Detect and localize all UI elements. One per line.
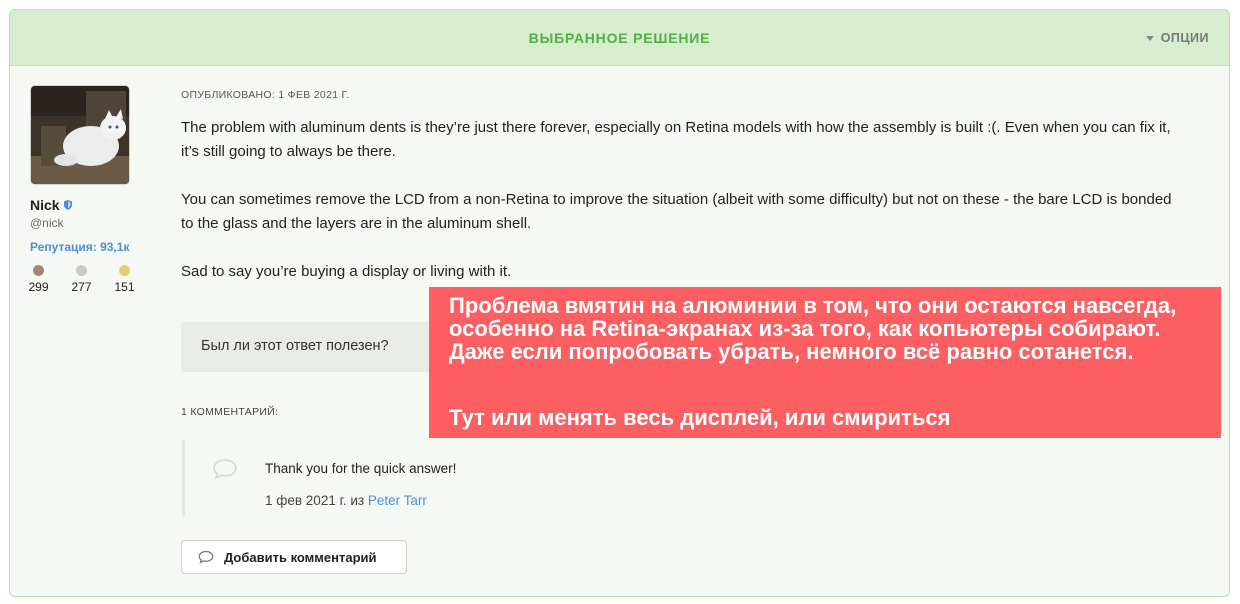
caret-down-icon	[1145, 35, 1154, 41]
bronze-badge-icon	[33, 265, 44, 276]
translation-overlay: Проблема вмятин на алюминии в том, что о…	[429, 287, 1221, 438]
options-menu-button[interactable]: ОПЦИИ	[1145, 31, 1209, 45]
overlay-translation-text: Проблема вмятин на алюминии в том, что о…	[449, 293, 1177, 364]
add-comment-button[interactable]: Добавить комментарий	[181, 540, 407, 574]
author-reputation: Репутация: 93,1к	[30, 240, 130, 254]
author-avatar[interactable]	[30, 85, 130, 185]
badge-counts: 299 277 151	[26, 265, 137, 294]
overlay-summary-text: Тут или менять весь дисплей, или смирить…	[449, 405, 951, 430]
author-name-row[interactable]: Nick	[30, 197, 72, 213]
badge-count: 151	[114, 280, 135, 294]
options-label: ОПЦИИ	[1160, 31, 1209, 45]
add-comment-label: Добавить комментарий	[224, 549, 377, 565]
comment-author-link[interactable]: Peter Tarr	[368, 493, 427, 508]
author-handle: @nick	[30, 216, 64, 230]
card-header: ВЫБРАННОЕ РЕШЕНИЕ ОПЦИИ	[10, 10, 1229, 66]
badge-silver: 277	[69, 265, 94, 294]
answer-paragraph: You can sometimes remove the LCD from a …	[181, 191, 1172, 232]
shield-icon	[63, 200, 72, 210]
gold-badge-icon	[119, 265, 130, 276]
comment-item: Thank you for the quick answer! 1 фев 20…	[182, 440, 605, 516]
helpful-question: Был ли этот ответ полезен?	[201, 338, 389, 354]
silver-badge-icon	[76, 265, 87, 276]
posted-date: ОПУБЛИКОВАНО: 1 ФЕВ 2021 Г.	[181, 89, 350, 101]
comment-date: 1 фев 2021 г. из	[265, 493, 365, 508]
badge-bronze: 299	[26, 265, 51, 294]
comment-bubble-icon	[198, 550, 214, 564]
author-name[interactable]: Nick	[30, 197, 60, 213]
accepted-solution-title: ВЫБРАННОЕ РЕШЕНИЕ	[528, 30, 711, 46]
badge-gold: 151	[112, 265, 137, 294]
comment-meta: 1 фев 2021 г. из Peter Tarr	[265, 493, 427, 508]
badge-count: 277	[71, 280, 92, 294]
answer-paragraph: Sad to say you’re buying a display or li…	[181, 263, 512, 280]
badge-count: 299	[28, 280, 49, 294]
comment-text: Thank you for the quick answer!	[265, 461, 457, 476]
cat-photo	[31, 86, 129, 184]
comments-count: 1 КОММЕНТАРИЙ:	[181, 406, 279, 418]
answer-paragraph: The problem with aluminum dents is they’…	[181, 119, 1171, 160]
comment-bubble-icon	[213, 459, 237, 480]
